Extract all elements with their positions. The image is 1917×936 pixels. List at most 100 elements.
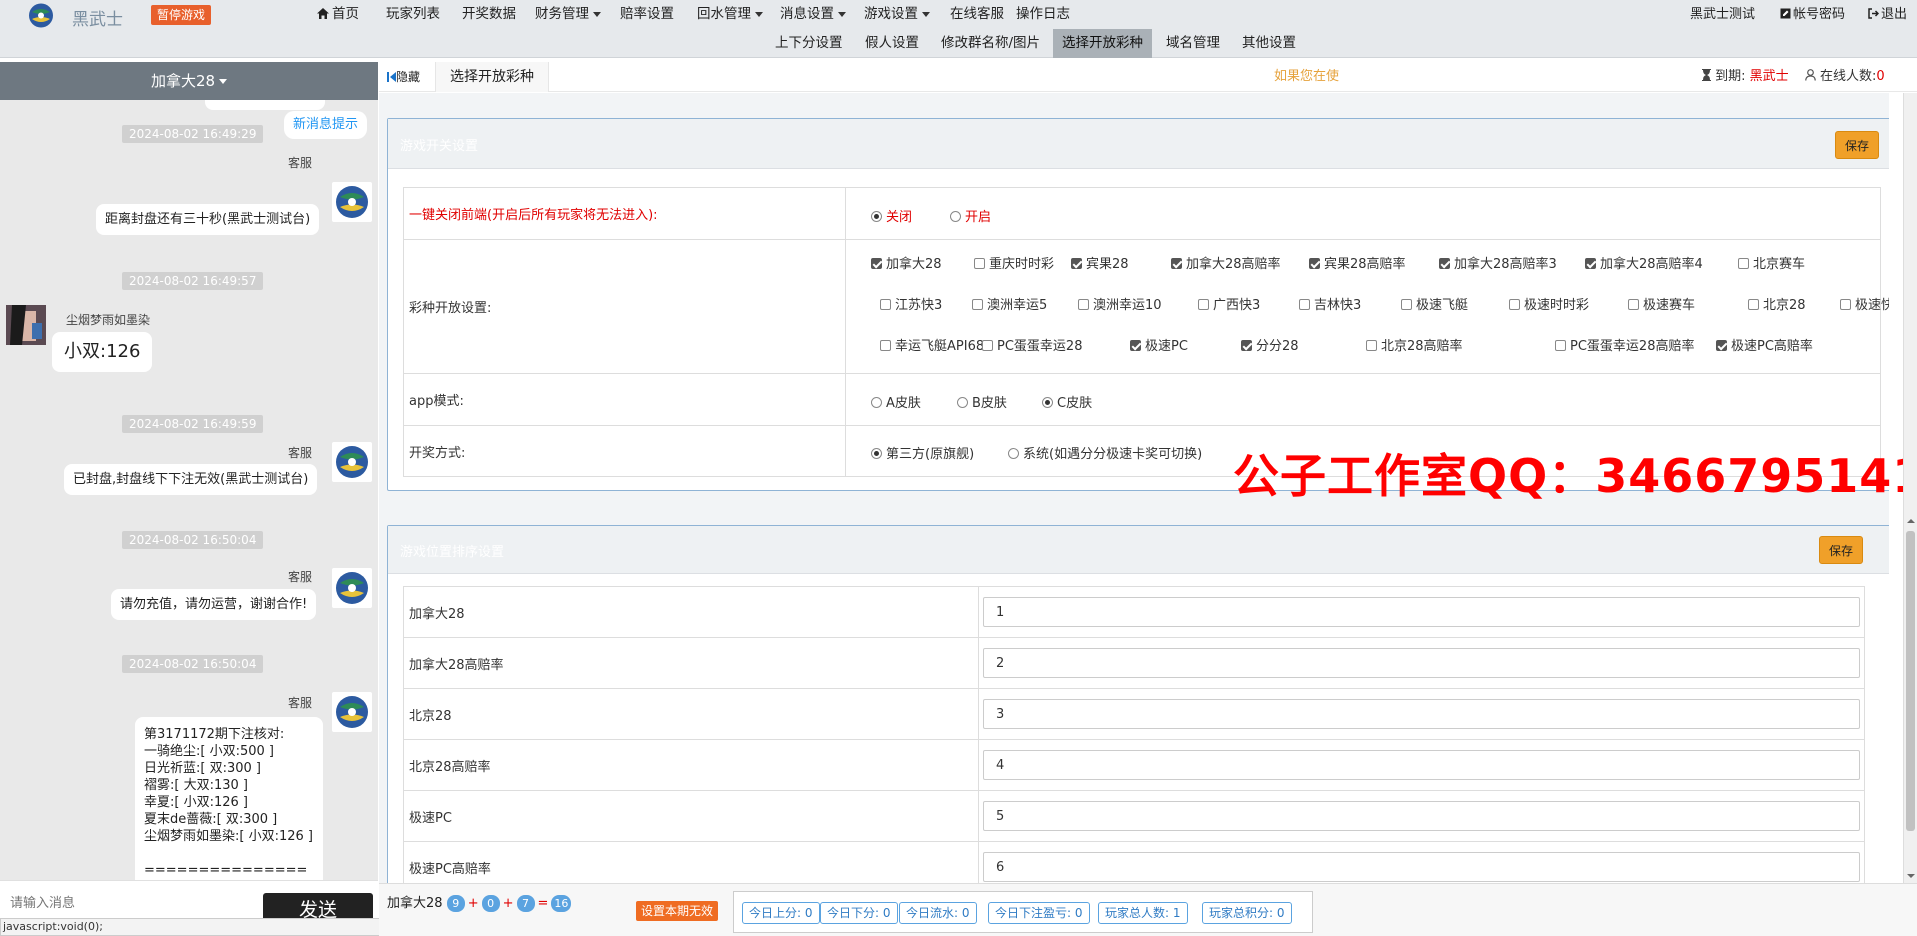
radio-app-skin-c[interactable]: C皮肤 xyxy=(1042,392,1092,411)
lottery-checkbox[interactable]: 广西快3 xyxy=(1198,294,1260,313)
save-switch-button[interactable]: 保存 xyxy=(1835,131,1879,159)
radio-draw-system[interactable]: 系统(如遇分分极速卡奖可切换) xyxy=(1008,443,1202,462)
message-sender: 客服 xyxy=(287,156,312,170)
set-period-invalid-button[interactable]: 设置本期无效 xyxy=(636,901,719,921)
lottery-checkbox[interactable]: 北京28高赔率 xyxy=(1366,335,1463,354)
lottery-checkbox[interactable]: 吉林快3 xyxy=(1299,294,1361,313)
lottery-checkbox[interactable]: 江苏快3 xyxy=(880,294,942,313)
nav-item-2[interactable]: 开奖数据 xyxy=(462,0,516,29)
lottery-checkbox[interactable]: 极速赛车 xyxy=(1628,294,1695,313)
lottery-checkbox[interactable]: 极速时时彩 xyxy=(1509,294,1589,313)
lottery-checkbox[interactable]: 幸运飞艇API68 xyxy=(880,335,984,354)
lottery-checkbox[interactable]: 极速快3 xyxy=(1840,294,1889,313)
nav-item-5[interactable]: 回水管理 xyxy=(697,0,763,29)
support-avatar[interactable] xyxy=(332,442,372,482)
subnav-item-0[interactable]: 上下分设置 xyxy=(766,29,852,58)
pause-game-button[interactable]: 暂停游戏 xyxy=(151,5,212,25)
lottery-checkbox[interactable]: 北京赛车 xyxy=(1738,253,1805,272)
lottery-checkbox[interactable]: 加拿大28高赔率 xyxy=(1171,253,1281,272)
nav-item-label: 游戏设置 xyxy=(864,6,918,22)
sort-order-input[interactable] xyxy=(983,750,1860,780)
nav-item-4[interactable]: 赔率设置 xyxy=(620,0,674,29)
lottery-checkbox[interactable]: 极速PC xyxy=(1130,335,1188,354)
lottery-checkbox[interactable]: 分分28 xyxy=(1241,335,1299,354)
nav-item-label: 消息设置 xyxy=(780,6,834,22)
radio-app-skin-b[interactable]: B皮肤 xyxy=(957,392,1007,411)
lottery-checkbox[interactable]: PC蛋蛋幸运28 xyxy=(982,335,1082,354)
home-icon xyxy=(317,8,329,19)
sort-order-input[interactable] xyxy=(983,801,1860,831)
nav-item-8[interactable]: 在线客服 xyxy=(950,0,1004,29)
current-user[interactable]: 黑武士测试 xyxy=(1690,0,1755,29)
nav-item-label: 回水管理 xyxy=(697,6,751,22)
lottery-name: 广西快3 xyxy=(1213,298,1261,313)
subnav-item-2[interactable]: 修改群名称/图片 xyxy=(932,29,1049,58)
radio-app-skin-a[interactable]: A皮肤 xyxy=(871,392,921,411)
support-avatar[interactable] xyxy=(332,692,372,732)
lottery-name: 加拿大28 xyxy=(886,257,942,272)
lottery-checkbox[interactable]: 重庆时时彩 xyxy=(974,253,1054,272)
nav-item-0[interactable]: 首页 xyxy=(317,0,359,29)
sort-order-input[interactable] xyxy=(983,852,1860,882)
lottery-checkbox[interactable]: 宾果28 xyxy=(1071,253,1129,272)
lottery-checkbox[interactable]: PC蛋蛋幸运28高赔率 xyxy=(1555,335,1694,354)
lottery-label-cell: 彩种开放设置: xyxy=(403,239,846,374)
user-avatar[interactable] xyxy=(6,305,46,345)
draw-sum: 16 xyxy=(551,895,572,912)
sort-order-input[interactable] xyxy=(983,597,1860,627)
message-sender: 客服 xyxy=(287,570,312,584)
sort-order-input[interactable] xyxy=(983,648,1860,678)
lottery-checkbox[interactable]: 加拿大28高赔率4 xyxy=(1585,253,1703,272)
nav-item-6[interactable]: 消息设置 xyxy=(780,0,846,29)
subnav-item-1[interactable]: 假人设置 xyxy=(856,29,928,58)
lottery-checkbox[interactable]: 加拿大28高赔率3 xyxy=(1439,253,1557,272)
lottery-checkbox[interactable]: 北京28 xyxy=(1748,294,1806,313)
scroll-up-icon xyxy=(1907,519,1915,523)
lottery-checkbox[interactable]: 极速PC高赔率 xyxy=(1716,335,1813,354)
hide-sidebar-button[interactable]: 隐藏 xyxy=(387,62,420,92)
nav-item-7[interactable]: 游戏设置 xyxy=(864,0,930,29)
panel-title: 游戏开关设置 xyxy=(400,139,479,154)
radio-close-front-off[interactable]: 关闭 xyxy=(871,206,912,225)
lottery-checkbox[interactable]: 澳洲幸运10 xyxy=(1078,294,1162,313)
save-sort-button[interactable]: 保存 xyxy=(1819,536,1863,564)
radio-draw-third-party[interactable]: 第三方(原旗舰) xyxy=(871,443,974,462)
sort-order-input[interactable] xyxy=(983,699,1860,729)
nav-item-3[interactable]: 财务管理 xyxy=(535,0,601,29)
chat-room-selector[interactable]: 加拿大28 xyxy=(0,62,378,100)
checkbox-icon xyxy=(871,258,882,269)
logout-link[interactable]: 退出 xyxy=(1868,0,1907,29)
radio-close-front-on[interactable]: 开启 xyxy=(950,206,991,225)
lottery-checkbox[interactable]: 极速飞艇 xyxy=(1401,294,1468,313)
radio-icon xyxy=(1042,397,1053,408)
support-avatar[interactable] xyxy=(332,182,372,222)
chat-message-list[interactable]: 2024-08-02 16:49:29 客服 距离封盘还有三十秒(黑武士测试台) 20… xyxy=(0,100,378,880)
lottery-checkbox[interactable]: 加拿大28 xyxy=(871,253,942,272)
chat-message-input[interactable] xyxy=(10,891,250,915)
notice-marquee: 如果您在使 xyxy=(1274,69,1340,84)
subnav-item-4[interactable]: 域名管理 xyxy=(1157,29,1229,58)
sort-value-cell xyxy=(978,637,1865,689)
message-line: 褶雾:[ 大双:130 ] xyxy=(144,778,248,793)
checkbox-icon xyxy=(1509,299,1520,310)
sort-value-cell xyxy=(978,841,1865,883)
lottery-checkbox[interactable]: 澳洲幸运5 xyxy=(972,294,1047,313)
tab-select-lottery[interactable]: 选择开放彩种 xyxy=(435,62,549,92)
nav-item-9[interactable]: 操作日志 xyxy=(1016,0,1070,29)
account-password-link[interactable]: 帐号密码 xyxy=(1780,0,1845,29)
lottery-checkbox[interactable]: 宾果28高赔率 xyxy=(1309,253,1406,272)
sort-row: 北京28高赔率 xyxy=(403,739,1865,791)
new-message-tip[interactable]: 新消息提示 xyxy=(284,111,368,139)
subnav-item-5[interactable]: 其他设置 xyxy=(1233,29,1305,58)
support-avatar[interactable] xyxy=(332,568,372,608)
hourglass-icon xyxy=(1702,69,1711,81)
subnav-item-3[interactable]: 选择开放彩种 xyxy=(1053,29,1152,58)
app-mode-label: app模式: xyxy=(409,394,464,409)
scrollbar-thumb[interactable] xyxy=(1906,531,1915,831)
nav-item-label: 在线客服 xyxy=(950,6,1004,22)
nav-item-1[interactable]: 玩家列表 xyxy=(386,0,440,29)
vertical-scrollbar[interactable] xyxy=(1903,93,1917,883)
checkbox-icon xyxy=(1401,299,1412,310)
checkbox-icon xyxy=(974,258,985,269)
lottery-name: 加拿大28高赔率3 xyxy=(1454,257,1557,272)
